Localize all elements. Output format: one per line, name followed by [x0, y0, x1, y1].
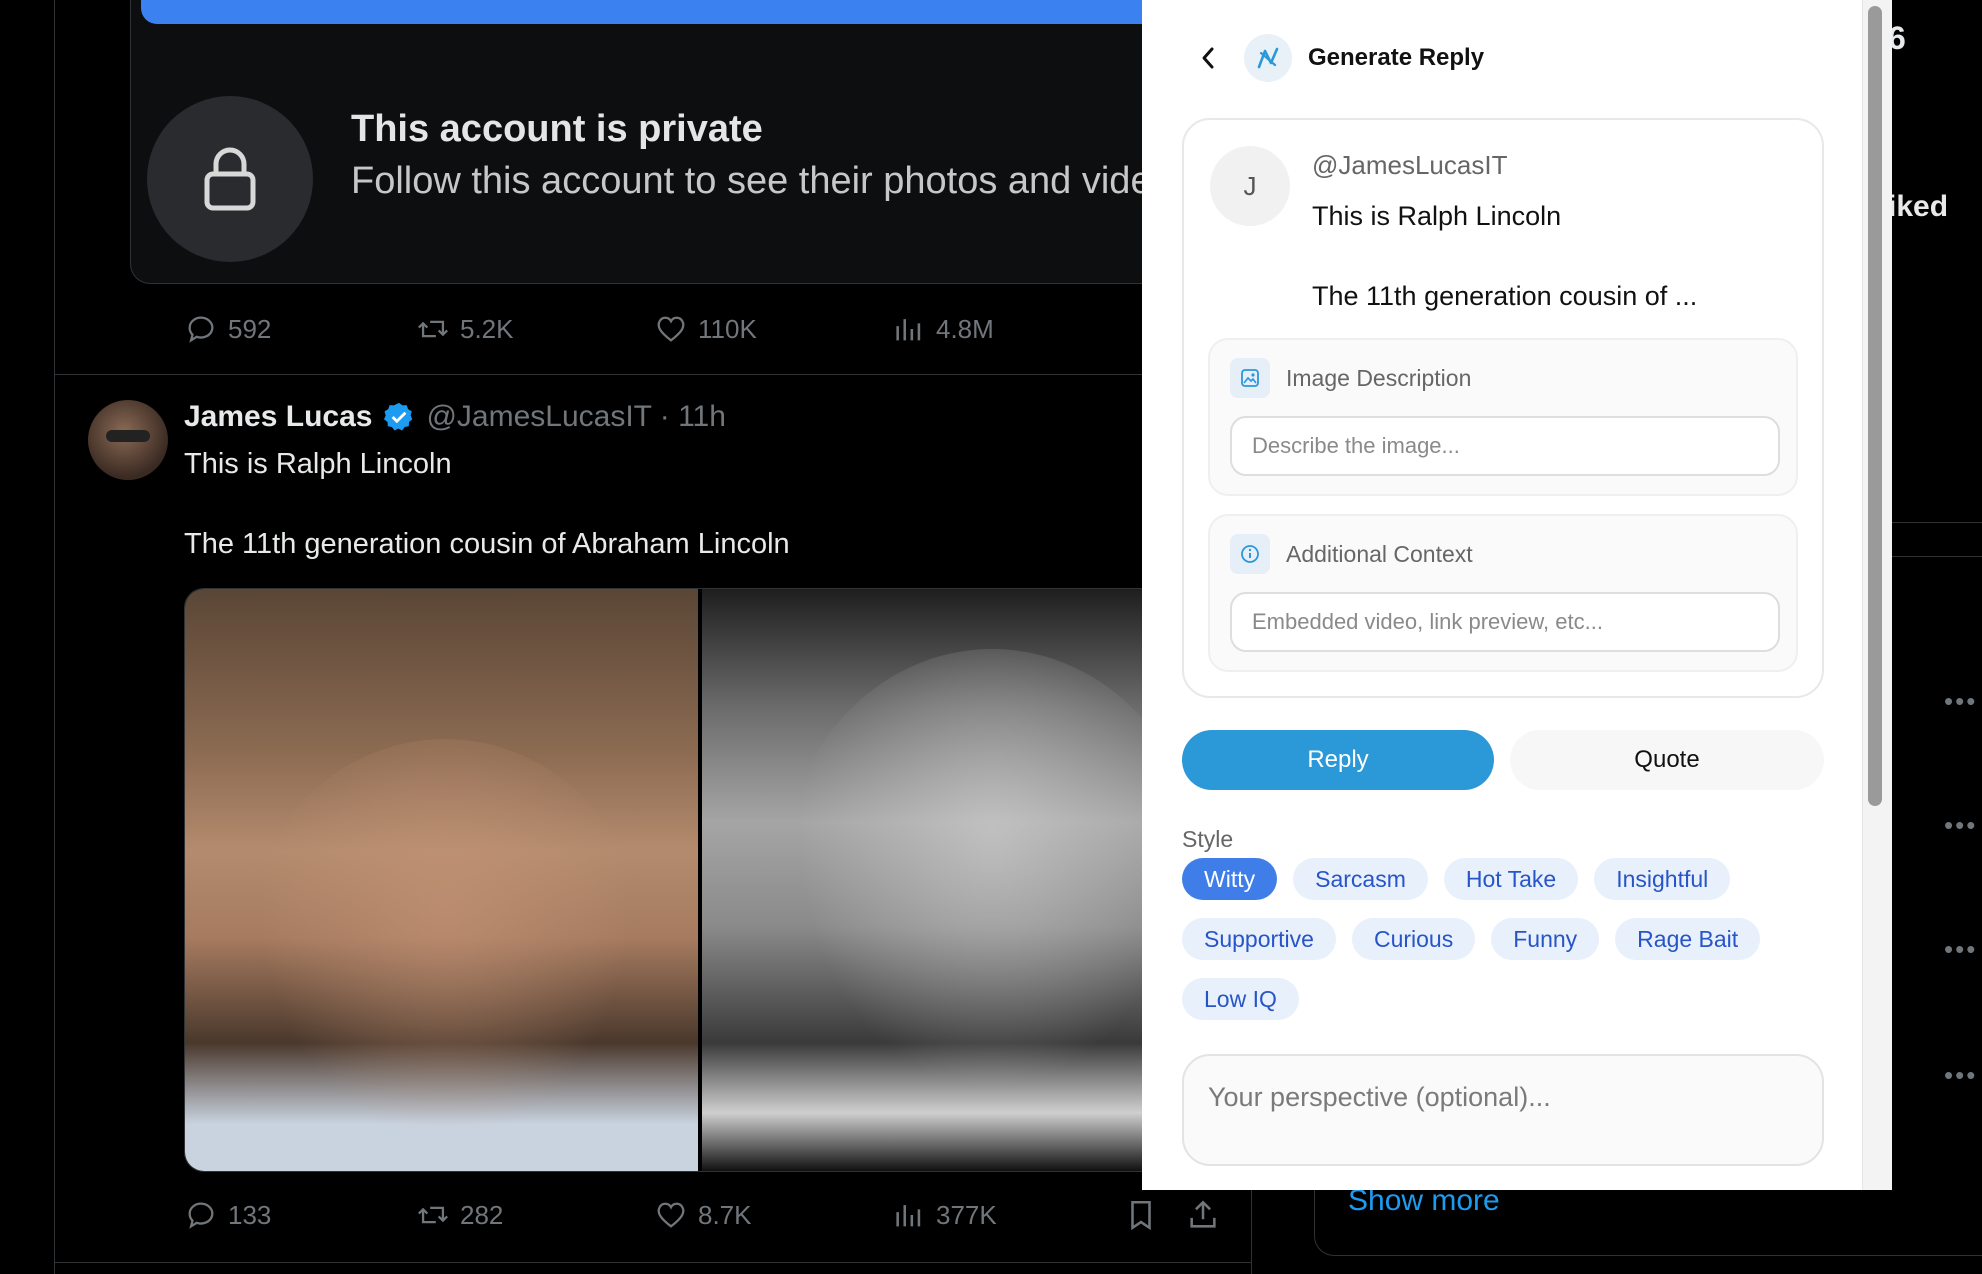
image-description-section: Image Description	[1208, 338, 1798, 496]
avatar: J	[1210, 146, 1290, 226]
author-name[interactable]: James Lucas	[184, 400, 372, 434]
retweet-action[interactable]: 282	[416, 1198, 654, 1232]
style-chip[interactable]: Hot Take	[1443, 858, 1579, 900]
views-action[interactable]: 4.8M	[892, 312, 994, 346]
style-chip[interactable]: Sarcasm	[1293, 858, 1428, 900]
scrollbar-thumb[interactable]	[1868, 6, 1882, 806]
heart-icon	[657, 316, 685, 342]
tweet-header: James Lucas @JamesLucasIT · 11h	[184, 400, 726, 434]
panel-title: Generate Reply	[1308, 44, 1485, 71]
generate-reply-panel: Generate Reply J @JamesLucasIT This is R…	[1142, 0, 1862, 1190]
more-options-icon[interactable]: •••	[1944, 934, 1977, 965]
tweet-photo[interactable]	[185, 589, 699, 1171]
tweet-divider	[54, 374, 1252, 375]
field-label-text: Additional Context	[1286, 540, 1473, 567]
more-options-icon[interactable]: •••	[1944, 686, 1977, 717]
preview-text: This is Ralph Lincoln The 11th generatio…	[1312, 196, 1697, 316]
info-icon	[1230, 534, 1270, 574]
bookmark-icon	[1131, 1200, 1151, 1231]
tweet-preview-card: J @JamesLucasIT This is Ralph Lincoln Th…	[1182, 118, 1824, 698]
tweet-line: The 11th generation cousin of Abraham Li…	[184, 528, 790, 560]
comment-icon	[188, 316, 214, 343]
bookmark-action[interactable]	[1124, 1198, 1186, 1232]
analytics-icon	[896, 319, 921, 341]
additional-context-input[interactable]	[1230, 592, 1780, 652]
style-chip[interactable]: Rage Bait	[1615, 918, 1761, 960]
style-chip[interactable]: Low IQ	[1182, 978, 1299, 1020]
reply-mode-button[interactable]: Reply	[1182, 730, 1494, 790]
preview-line: This is Ralph Lincoln	[1312, 201, 1562, 231]
reply-count: 592	[228, 313, 272, 344]
verified-badge-icon	[384, 402, 413, 431]
image-icon	[1230, 358, 1270, 398]
reply-action[interactable]: 592	[184, 312, 416, 346]
retweet-count: 282	[460, 1199, 504, 1230]
tweet-actions: 592 5.2K 110K 4.8M	[184, 312, 994, 346]
style-chip[interactable]: Supportive	[1182, 918, 1336, 960]
tweet-divider	[54, 1262, 1252, 1263]
tweet-body: This is Ralph Lincoln The 11th generatio…	[184, 444, 790, 564]
like-action[interactable]: 8.7K	[654, 1198, 892, 1232]
more-options-icon[interactable]: •••	[1944, 810, 1977, 841]
additional-context-section: Additional Context	[1208, 514, 1798, 672]
preview-line: The 11th generation cousin of ...	[1312, 281, 1698, 311]
share-icon	[1190, 1200, 1216, 1228]
private-title: This account is private	[351, 108, 763, 150]
style-chips: Witty Sarcasm Hot Take Insightful Supportive…	[1182, 858, 1822, 1020]
field-label-text: Image Description	[1286, 364, 1472, 391]
private-account-card: This account is private Follow this acco…	[130, 0, 1200, 284]
reply-count: 133	[228, 1199, 272, 1230]
retweet-icon	[418, 320, 448, 338]
retweet-action[interactable]: 5.2K	[416, 312, 654, 346]
image-description-label: Image Description	[1230, 358, 1471, 398]
comment-icon	[188, 1202, 214, 1229]
retweet-count: 5.2K	[460, 313, 514, 344]
quote-mode-button[interactable]: Quote	[1510, 730, 1824, 790]
views-count: 377K	[936, 1199, 997, 1230]
views-action[interactable]: 377K	[892, 1198, 1124, 1232]
section-divider	[1892, 522, 1982, 523]
additional-context-label: Additional Context	[1230, 534, 1473, 574]
style-chip[interactable]: Funny	[1491, 918, 1600, 960]
like-action[interactable]: 110K	[654, 312, 892, 346]
lock-icon	[147, 96, 313, 262]
author-handle[interactable]: @JamesLucasIT · 11h	[426, 400, 725, 434]
reply-action[interactable]: 133	[184, 1198, 416, 1232]
share-action[interactable]	[1186, 1198, 1220, 1232]
private-subtitle: Follow this account to see their photos …	[351, 160, 1200, 202]
heart-icon	[657, 1202, 685, 1228]
liked-fragment: iked	[1888, 190, 1949, 223]
tweet-media[interactable]	[184, 588, 1254, 1172]
panel-header: Generate Reply	[1188, 30, 1484, 86]
like-count: 110K	[698, 313, 757, 344]
views-count: 4.8M	[936, 313, 994, 344]
preview-handle: @JamesLucasIT	[1312, 150, 1508, 180]
perspective-input[interactable]	[1182, 1054, 1824, 1166]
more-options-icon[interactable]: •••	[1944, 1060, 1977, 1091]
follow-bar[interactable]	[141, 0, 1199, 24]
style-label: Style	[1182, 826, 1234, 852]
style-chip[interactable]: Insightful	[1594, 858, 1731, 900]
image-description-input[interactable]	[1230, 416, 1780, 476]
back-button[interactable]	[1188, 30, 1228, 86]
chevron-left-icon	[1202, 47, 1214, 69]
style-chip[interactable]: Curious	[1351, 918, 1476, 960]
tweet-line: This is Ralph Lincoln	[184, 448, 452, 480]
retweet-icon	[418, 1206, 448, 1224]
tweet-actions: 133 282 8.7K 377K	[184, 1198, 1220, 1232]
app-logo-icon	[1244, 34, 1292, 82]
like-count: 8.7K	[698, 1199, 752, 1230]
style-chip[interactable]: Witty	[1182, 858, 1278, 900]
avatar[interactable]	[88, 400, 168, 480]
analytics-icon	[896, 1205, 921, 1227]
